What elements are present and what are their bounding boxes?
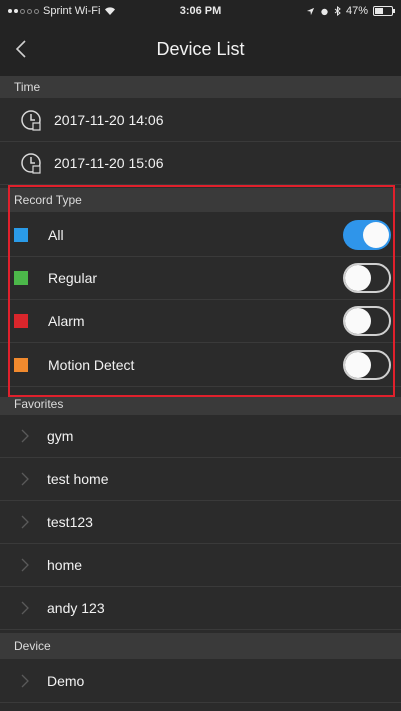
record-type-row-regular: Regular [0, 257, 401, 300]
end-time-row[interactable]: 2017-11-20 15:06 [0, 142, 401, 185]
record-type-label: All [48, 227, 64, 243]
battery-percent: 47% [345, 5, 368, 17]
record-type-toggle[interactable] [343, 306, 391, 336]
location-arrow-icon [306, 7, 315, 15]
bluetooth-icon [334, 6, 341, 16]
section-header-time: Time [0, 76, 401, 98]
chevron-right-icon [21, 674, 29, 687]
favorite-label: home [47, 557, 83, 573]
start-time-value: 2017-11-20 14:06 [54, 111, 164, 128]
navigation-bar: Device List [0, 22, 401, 76]
toggle-knob [345, 265, 371, 291]
section-header-favorites: Favorites [0, 397, 401, 415]
section-header-device: Device [0, 633, 401, 659]
toggle-knob [345, 308, 371, 334]
battery-icon [373, 6, 395, 16]
favorite-label: test home [47, 471, 109, 487]
record-type-label: Alarm [48, 313, 85, 329]
device-item[interactable]: Demo [0, 659, 401, 703]
favorite-item[interactable]: test home [0, 458, 401, 501]
favorite-item[interactable]: gym [0, 415, 401, 458]
record-type-row-alarm: Alarm [0, 300, 401, 343]
device-label: Demo [47, 672, 85, 689]
clock-icon [21, 153, 41, 174]
record-type-row-all: All [0, 214, 401, 257]
record-type-toggle[interactable] [343, 220, 391, 250]
record-type-toggle[interactable] [343, 349, 391, 380]
chevron-right-icon [21, 429, 29, 443]
start-time-row[interactable]: 2017-11-20 14:06 [0, 98, 401, 142]
toggle-knob [363, 222, 389, 248]
record-type-row-motion-detect: Motion Detect [0, 343, 401, 387]
status-bar: Sprint Wi-Fi 3:06 PM 47% [0, 0, 401, 22]
record-type-toggle[interactable] [343, 263, 391, 293]
favorite-item[interactable]: test123 [0, 501, 401, 544]
chevron-right-icon [21, 601, 29, 615]
status-indicators: 47% [306, 5, 395, 17]
chevron-right-icon [21, 515, 29, 529]
clock-icon [21, 109, 41, 131]
record-type-swatch [14, 314, 28, 328]
record-type-label: Regular [48, 270, 98, 286]
chevron-right-icon [21, 472, 29, 486]
record-type-swatch [14, 271, 28, 285]
favorite-label: gym [47, 428, 74, 444]
record-type-swatch [14, 228, 28, 242]
record-type-label: Motion Detect [48, 356, 135, 373]
favorite-label: test123 [47, 514, 93, 530]
favorite-label: andy 123 [47, 600, 105, 616]
end-time-value: 2017-11-20 15:06 [54, 155, 164, 171]
section-header-record-type: Record Type [0, 188, 401, 212]
alarm-clock-icon [321, 8, 328, 15]
toggle-knob [345, 351, 371, 378]
chevron-right-icon [21, 558, 29, 572]
favorite-item[interactable]: andy 123 [0, 587, 401, 630]
record-type-swatch [14, 357, 28, 372]
favorite-item[interactable]: home [0, 544, 401, 587]
page-title: Device List [156, 39, 245, 59]
